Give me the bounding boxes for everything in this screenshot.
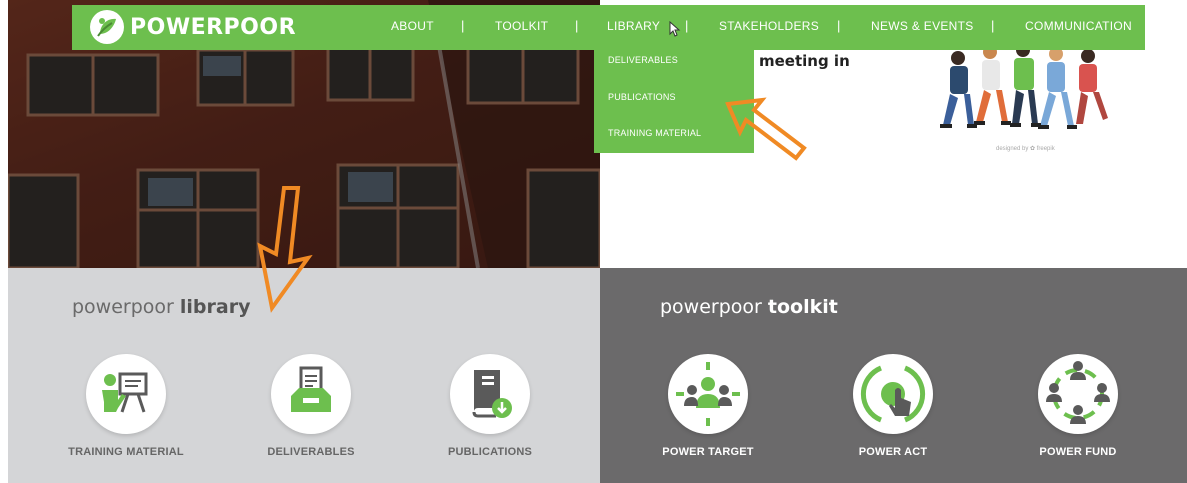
illustration-credit: designed by ✿ freepik xyxy=(996,146,1055,152)
library-publications[interactable]: PUBLICATIONS xyxy=(415,354,565,458)
dropdown-item-training-material[interactable]: TRAINING MATERIAL xyxy=(608,128,701,138)
nav-item-communication[interactable]: COMMUNICATION xyxy=(1025,19,1132,33)
target-group-icon xyxy=(668,354,748,434)
network-people-icon xyxy=(1038,354,1118,434)
nav-separator: | xyxy=(837,18,841,33)
toolkit-item-label: POWER TARGET xyxy=(662,446,754,458)
toolkit-section: powerpoor toolkit POWER TARGET POWER ACT… xyxy=(600,268,1187,483)
logo-leaf-icon xyxy=(90,10,124,44)
hero-partial-text: meeting in xyxy=(759,52,850,70)
library-deliverables[interactable]: DELIVERABLES xyxy=(236,354,386,458)
dropdown-item-deliverables[interactable]: DELIVERABLES xyxy=(608,55,678,65)
toolkit-power-fund[interactable]: POWER FUND xyxy=(1003,354,1153,458)
nav-item-news-events[interactable]: NEWS & EVENTS xyxy=(871,19,974,33)
toolkit-item-label: POWER FUND xyxy=(1039,446,1117,458)
nav-item-stakeholders[interactable]: STAKEHOLDERS xyxy=(719,19,819,33)
nav-item-toolkit[interactable]: TOOLKIT xyxy=(495,19,548,33)
nav-item-about[interactable]: ABOUT xyxy=(391,19,434,33)
toolkit-power-act[interactable]: POWER ACT xyxy=(818,354,968,458)
library-item-label: DELIVERABLES xyxy=(267,446,355,458)
library-item-label: PUBLICATIONS xyxy=(447,446,533,458)
nav-separator: | xyxy=(991,18,995,33)
nav-separator: | xyxy=(461,18,465,33)
nav-separator: | xyxy=(685,18,689,33)
mouse-cursor-icon xyxy=(669,21,681,37)
library-item-label: TRAINING MATERIAL xyxy=(68,446,184,458)
people-illustration xyxy=(928,40,1128,160)
nav-item-library[interactable]: LIBRARY xyxy=(607,19,660,33)
library-section-title: powerpoor library xyxy=(72,296,251,318)
library-training-material[interactable]: TRAINING MATERIAL xyxy=(51,354,201,458)
page: meeting in designed by ✿ freepik POWERPO… xyxy=(0,0,1187,483)
training-presentation-icon xyxy=(86,354,166,434)
annotation-arrow-icon xyxy=(725,97,807,161)
toolkit-item-label: POWER ACT xyxy=(858,446,928,458)
nav-separator: | xyxy=(575,18,579,33)
power-button-hand-icon xyxy=(853,354,933,434)
logo-text: POWERPOOR xyxy=(130,14,297,40)
toolkit-section-title: powerpoor toolkit xyxy=(660,296,838,318)
annotation-arrow-icon xyxy=(257,186,313,313)
book-download-icon xyxy=(450,354,530,434)
site-logo[interactable]: POWERPOOR xyxy=(90,10,296,44)
toolkit-power-target[interactable]: POWER TARGET xyxy=(633,354,783,458)
dropdown-item-publications[interactable]: PUBLICATIONS xyxy=(608,92,676,102)
document-tray-icon xyxy=(271,354,351,434)
